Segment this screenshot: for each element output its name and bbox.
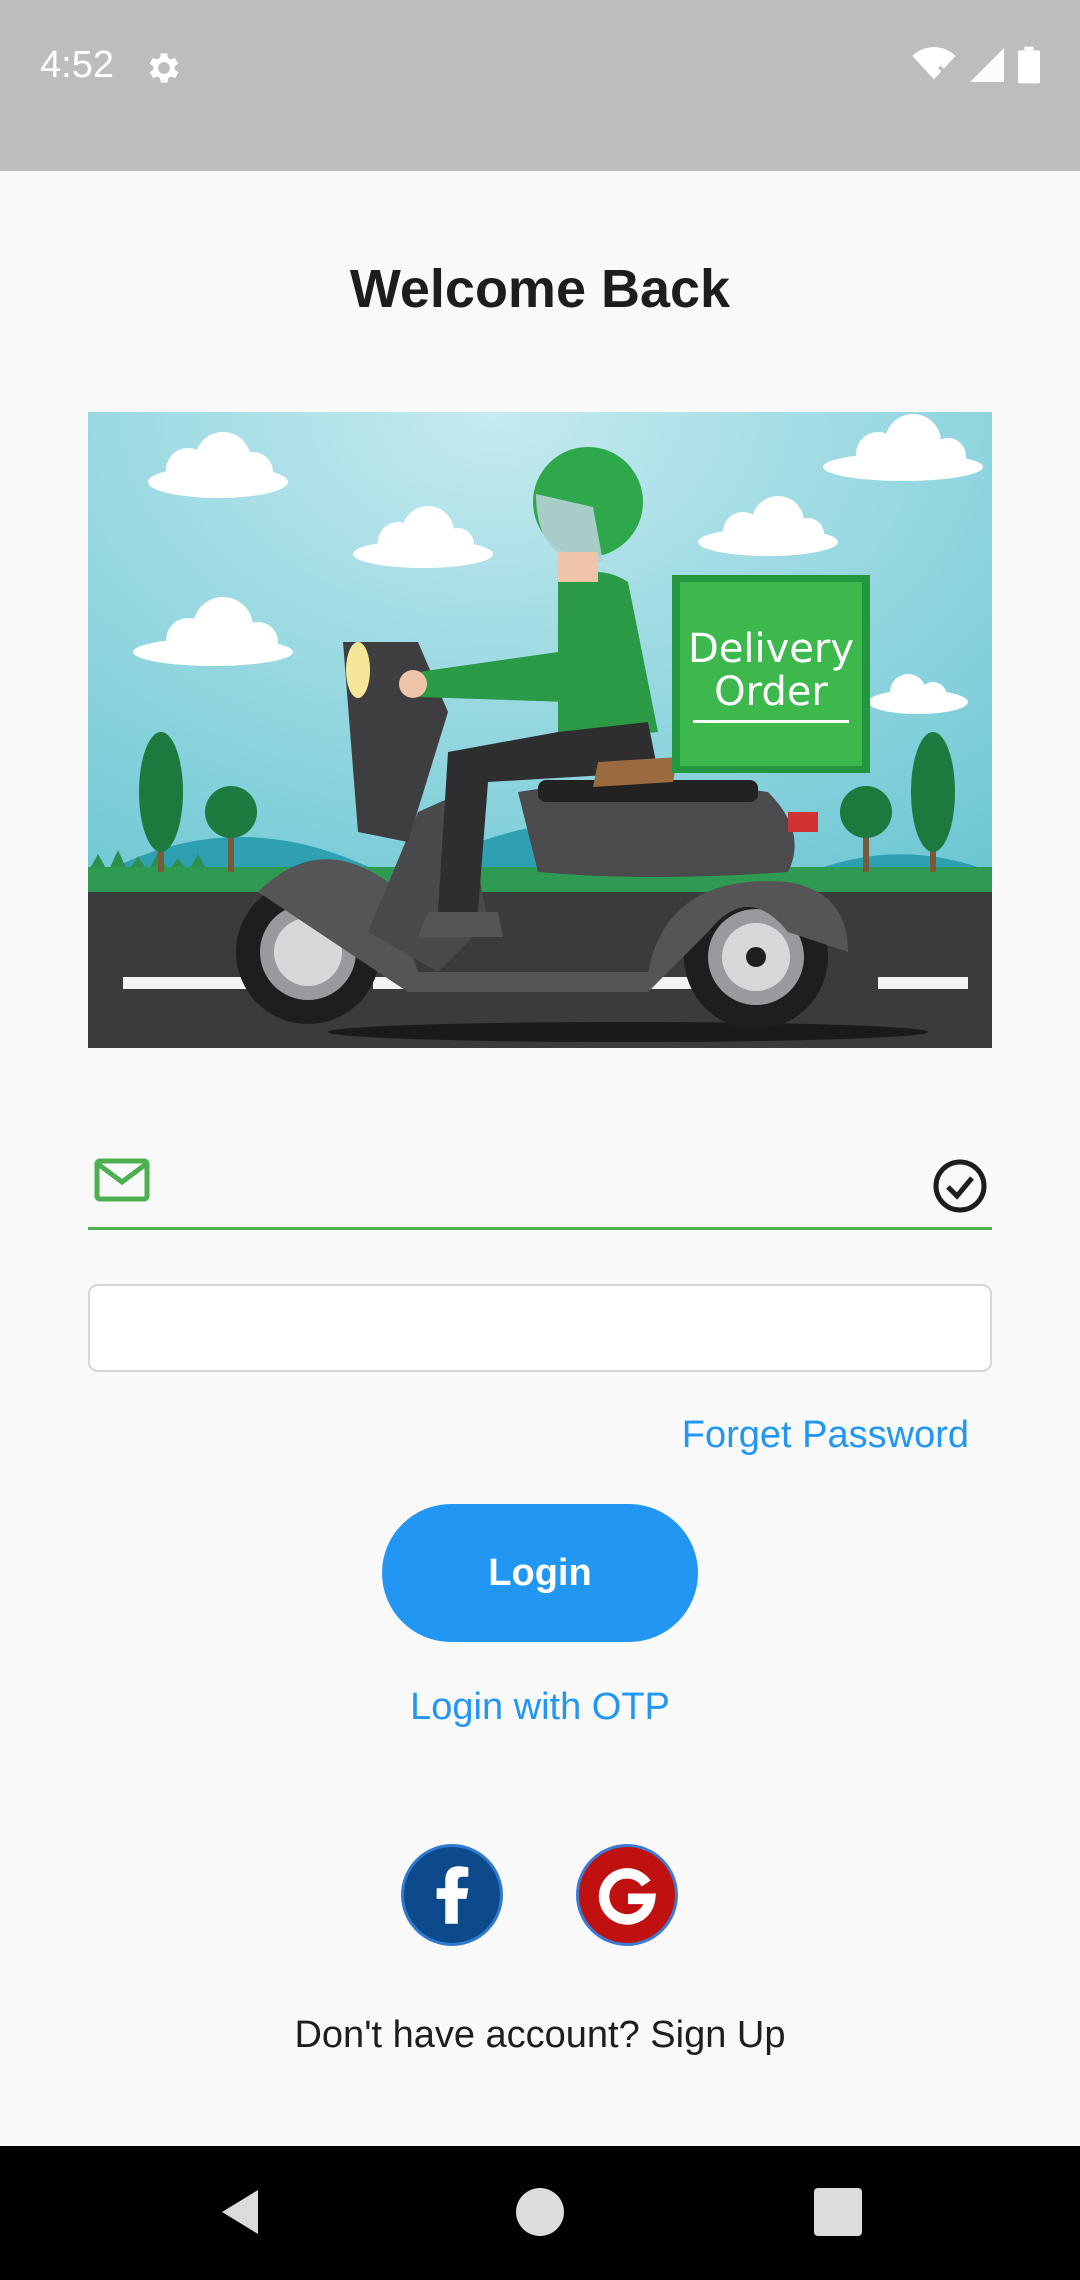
recents-icon[interactable]: [808, 2182, 868, 2242]
facebook-icon: [436, 1866, 469, 1924]
signup-prompt[interactable]: Don't have account? Sign Up: [0, 2014, 1080, 2057]
page-title: Welcome Back: [349, 259, 731, 319]
status-time: 4:52: [40, 44, 114, 86]
signal-icon: [970, 48, 1004, 82]
forget-password-link[interactable]: Forget Password: [682, 1414, 969, 1457]
mail-icon: [94, 1158, 150, 1202]
google-icon: [598, 1868, 656, 1925]
facebook-login-button[interactable]: [401, 1844, 503, 1946]
home-icon[interactable]: [510, 2182, 570, 2242]
back-icon[interactable]: [210, 2182, 270, 2242]
battery-icon: [1018, 46, 1040, 84]
wifi-icon: [912, 47, 956, 80]
navigation-bar: [0, 2146, 1080, 2280]
login-with-otp-link[interactable]: Login with OTP: [0, 1686, 1080, 1729]
password-field[interactable]: [88, 1284, 992, 1372]
login-button[interactable]: Login: [382, 1504, 698, 1642]
gear-icon: [149, 53, 179, 83]
status-bar: 4:52: [0, 0, 1080, 171]
email-field[interactable]: [88, 1140, 992, 1230]
email-input[interactable]: [178, 1150, 898, 1216]
status-icons: [912, 46, 1040, 84]
password-input[interactable]: [90, 1286, 990, 1370]
box-text-line1: Delivery: [688, 626, 854, 672]
check-circle-icon: [933, 1159, 987, 1213]
box-text-line2: Order: [714, 669, 828, 715]
hero-illustration: Delivery Order: [88, 412, 992, 1048]
google-login-button[interactable]: [576, 1844, 678, 1946]
